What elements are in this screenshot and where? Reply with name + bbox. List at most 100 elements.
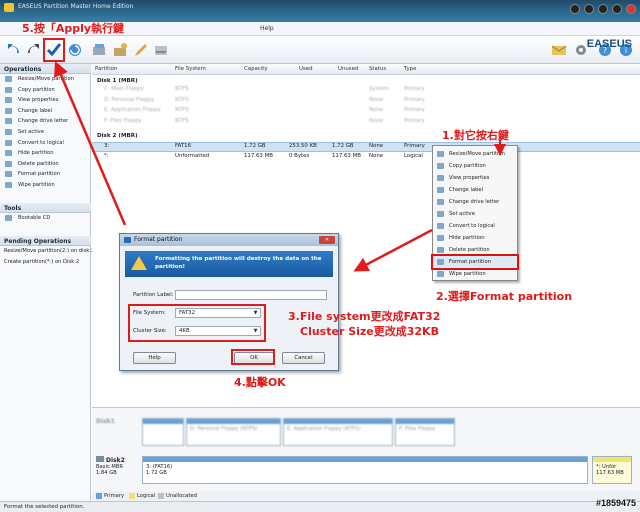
cell-fs: Unformatted <box>175 152 210 159</box>
disk1-map-row[interactable]: Disk1 D: Personal Floppy (NTFS) E: Appli… <box>94 414 638 448</box>
annotation-step1: 1.對它按右鍵 <box>442 129 509 142</box>
cell-fs: NTFS <box>175 117 189 124</box>
operation-item[interactable]: View properties <box>0 95 91 106</box>
cell-type: Primary <box>404 117 425 124</box>
disk2-map-label: Disk2 Basic MBR 1.84 GB <box>96 456 125 476</box>
window-titlebar: EASEUS Partition Master Home Edition <box>0 0 640 22</box>
context-menu-item[interactable]: Convert to logical <box>433 220 517 232</box>
operations-list: Resize/Move partition Copy partition View … <box>0 74 91 191</box>
logical-swatch <box>129 493 135 499</box>
apply-highlight-box <box>43 38 65 62</box>
context-menu-item[interactable]: Format partition <box>431 254 519 270</box>
media-icon[interactable] <box>570 4 580 14</box>
operation-item[interactable]: Set active <box>0 127 91 138</box>
operation-item[interactable]: Copy partition <box>0 85 91 96</box>
disk2-header: Disk 2 (MBR) <box>97 133 138 139</box>
warning-icon <box>131 256 147 270</box>
media-icon[interactable] <box>612 4 622 14</box>
cell-partition: C: Main Floppy <box>104 86 144 92</box>
operation-item[interactable]: Change label <box>0 106 91 117</box>
menu-help[interactable]: Help <box>260 25 274 32</box>
operations-section: Operations Resize/Move partition Copy par… <box>0 64 91 191</box>
cell-type: Primary <box>404 96 425 103</box>
cancel-button[interactable]: Cancel <box>282 352 325 364</box>
context-menu-item[interactable]: Set active <box>433 208 517 220</box>
menu-item-icon <box>437 211 444 217</box>
redo-icon[interactable] <box>25 41 43 59</box>
disk1-partition[interactable] <box>142 418 184 446</box>
table-header: Partition File System Capacity Used Unus… <box>92 64 640 75</box>
unallocated-swatch <box>158 493 164 499</box>
operation-icon <box>5 181 12 188</box>
window-title: EASEUS Partition Master Home Edition <box>18 3 134 10</box>
dialog-close-button[interactable]: ✕ <box>319 236 335 244</box>
operation-item[interactable]: Wipe partition <box>0 180 91 191</box>
table-row[interactable]: D: Personal Floppy NTFS None Primary <box>92 97 640 107</box>
disk1-partition[interactable]: E: Application Floppy (NTFS) <box>283 418 393 446</box>
col-partition[interactable]: Partition <box>95 66 117 72</box>
refresh-icon[interactable] <box>66 41 84 59</box>
operation-item[interactable]: Delete partition <box>0 159 91 170</box>
operation-icon <box>5 160 12 167</box>
col-unused[interactable]: Unused <box>338 66 358 72</box>
partition-wizard-icon[interactable] <box>111 41 129 59</box>
col-type[interactable]: Type <box>404 66 416 72</box>
partition-label-input[interactable] <box>175 290 327 300</box>
close-icon[interactable] <box>626 4 636 14</box>
table-row[interactable]: C: Main Floppy NTFS System Primary <box>92 86 640 96</box>
pending-section: Pending Operations Resize/Move partition… <box>0 236 94 267</box>
left-panel: Operations Resize/Move partition Copy par… <box>0 64 94 501</box>
cell-fs: NTFS <box>175 96 189 103</box>
operation-item[interactable]: Hide partition <box>0 148 91 159</box>
dialog-titlebar: Format partition <box>120 234 338 246</box>
tool-bootable-cd[interactable]: Bootable CD <box>0 213 91 224</box>
col-status[interactable]: Status <box>369 66 386 72</box>
context-menu-item[interactable]: Change drive letter <box>433 196 517 208</box>
context-menu-item[interactable]: Resize/Move partition <box>433 148 517 160</box>
disk2-partition-main[interactable]: 3: (FAT16) 1.72 GB <box>142 456 588 484</box>
cell-status: None <box>369 117 384 124</box>
operation-icon <box>5 107 12 114</box>
copy-partition-icon[interactable] <box>90 41 108 59</box>
context-menu-item[interactable]: Copy partition <box>433 160 517 172</box>
col-used[interactable]: Used <box>299 66 313 72</box>
context-menu-item[interactable]: Hide partition <box>433 232 517 244</box>
operation-item[interactable]: Convert to logical <box>0 138 91 149</box>
annotation-step3-line2: Cluster Size更改成32KB <box>300 325 439 338</box>
disk1-partition[interactable]: D: Personal Floppy (NTFS) <box>186 418 281 446</box>
disk2-map-row[interactable]: Disk2 Basic MBR 1.84 GB 3: (FAT16) 1.72 … <box>94 452 638 486</box>
disk1-partition[interactable]: F: Files Floppy <box>395 418 455 446</box>
cell-partition: *: <box>104 152 109 159</box>
col-filesystem[interactable]: File System <box>175 66 206 72</box>
usage-bar <box>143 457 587 462</box>
operation-item[interactable]: Change drive letter <box>0 116 91 127</box>
edit-icon[interactable] <box>132 41 150 59</box>
toolbar: ? i EASEUS <box>0 36 640 64</box>
dialog-icon <box>124 237 131 243</box>
operations-title: Operations <box>0 64 91 74</box>
table-row[interactable]: E: Application Floppy NTFS None Primary <box>92 107 640 117</box>
media-icon[interactable] <box>598 4 608 14</box>
context-menu-item[interactable]: Change label <box>433 184 517 196</box>
table-row[interactable]: 3: FAT16 1.72 GB 253.50 KB 1.72 GB None Primar… <box>92 142 640 152</box>
context-menu-item[interactable]: Delete partition <box>433 244 517 256</box>
cell-status: System <box>369 86 390 92</box>
media-icon[interactable] <box>584 4 594 14</box>
table-row[interactable]: *: Unformatted 117.63 MB 0 Bytes 117.63 MB No… <box>92 153 640 163</box>
annotation-step4: 4.點擊OK <box>234 376 286 389</box>
operation-icon <box>5 97 12 104</box>
col-capacity[interactable]: Capacity <box>244 66 268 72</box>
help-button[interactable]: Help <box>133 352 176 364</box>
menu-item-icon <box>437 247 444 253</box>
mail-icon[interactable] <box>550 41 568 59</box>
context-menu-item[interactable]: View properties <box>433 172 517 184</box>
disk2-partition-unformatted[interactable]: *: Unfor 117.63 MB <box>592 456 632 484</box>
table-row[interactable]: F: Files Floppy NTFS None Primary <box>92 118 640 128</box>
menu-item-icon <box>437 187 444 193</box>
operation-item[interactable]: Resize/Move partition <box>0 74 91 85</box>
undo-icon[interactable] <box>4 41 22 59</box>
operation-item[interactable]: Format partition <box>0 169 91 180</box>
context-menu-item[interactable]: Wipe partition <box>433 268 517 280</box>
cell-used: 0 Bytes <box>289 152 310 159</box>
disk-icon[interactable] <box>152 41 170 59</box>
